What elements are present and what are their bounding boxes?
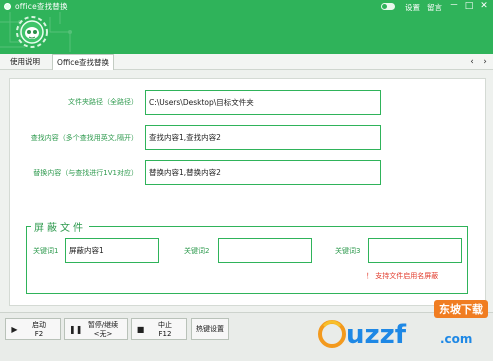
pause-icon: ❚❚ [69, 325, 83, 334]
watermark-badge: 东坡下载 [439, 302, 483, 316]
keyword2-label: 关键词2 [184, 247, 210, 255]
keyword3-input[interactable] [368, 238, 462, 263]
watermark-brand: uzzf [346, 320, 407, 350]
find-content-label: 查找内容（多个查找用英文,隔开） [30, 134, 138, 142]
start-label: 启动 [32, 321, 46, 329]
tab-bar: 使用说明 Office查找替换 ‹ › [0, 54, 493, 70]
message-link[interactable]: 留言 [427, 2, 442, 13]
tab-instructions[interactable]: 使用说明 [0, 54, 50, 70]
replace-content-input[interactable]: 替换内容1,替换内容2 [145, 160, 381, 185]
find-content-input[interactable]: 查找内容1,查找内容2 [145, 125, 381, 150]
folder-path-input[interactable]: C:\Users\Desktop\目标文件夹 [145, 90, 381, 115]
start-hotkey: F2 [34, 330, 44, 338]
filename-mask-hint: ！ 支持文件启用名屏蔽 [366, 272, 439, 280]
keyword2-input[interactable] [218, 238, 312, 263]
pause-label: 暂停/继续 [87, 321, 119, 329]
tab-office-find-replace[interactable]: Office查找替换 [52, 54, 114, 70]
mask-files-title: 屏蔽文件 [31, 219, 89, 234]
robot-logo-icon [16, 16, 48, 48]
uzzf-watermark-logo: uzzf .com 东坡下载 [318, 300, 488, 350]
watermark-domain: .com [440, 332, 472, 346]
minimize-button[interactable]: － [448, 0, 460, 12]
chevron-left-icon[interactable]: ‹ [467, 57, 477, 67]
replace-content-label: 替换内容（与查找进行1V1对应） [33, 169, 138, 177]
header-band: office查找替换 设置 留言 － □ ✕ [0, 0, 493, 54]
play-icon: ▶ [11, 325, 18, 334]
stop-icon: ■ [136, 325, 145, 334]
stop-label: 中止 [158, 321, 172, 329]
keyword3-label: 关键词3 [335, 247, 361, 255]
maximize-button[interactable]: □ [463, 0, 475, 12]
chevron-right-icon[interactable]: › [480, 57, 490, 67]
hotkey-settings-button[interactable]: 热键设置 [191, 318, 229, 340]
pause-resume-button[interactable]: ❚❚ 暂停/继续 <无> [64, 318, 128, 340]
stop-button[interactable]: ■ 中止 F12 [131, 318, 187, 340]
start-button[interactable]: ▶ 启动 F2 [5, 318, 61, 340]
app-icon [4, 2, 11, 10]
keyword1-label: 关键词1 [33, 247, 59, 255]
keyword1-input[interactable]: 屏蔽内容1 [65, 238, 159, 263]
settings-link[interactable]: 设置 [405, 2, 420, 13]
app-window: office查找替换 设置 留言 － □ ✕ 使用说明 Office查找替换 ‹… [0, 0, 493, 361]
window-title: office查找替换 [15, 1, 68, 11]
pause-hotkey: <无> [93, 330, 113, 338]
folder-path-label: 文件夹路径（全路径） [68, 98, 138, 106]
close-button[interactable]: ✕ [478, 0, 490, 12]
toggle-switch[interactable] [381, 3, 395, 10]
stop-hotkey: F12 [158, 330, 172, 338]
